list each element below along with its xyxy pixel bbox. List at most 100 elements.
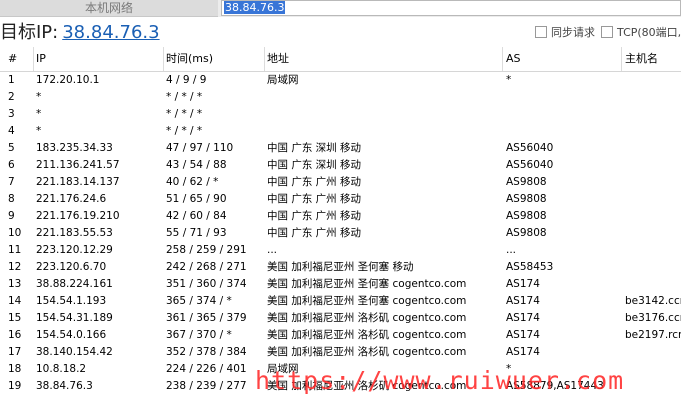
ip-input-value: 38.84.76.3 [224,1,286,14]
hop-ip: 10.8.18.2 [36,363,87,375]
hop-as: AS174 [506,346,540,358]
ip-input[interactable]: 38.84.76.3 [221,0,681,16]
table-row[interactable]: 10 221.183.55.53 55 / 71 / 93 中国 广东 广州 移动 AS… [0,225,681,242]
hop-address: 美国 加利福尼亚州 圣何塞 移动 [267,261,414,273]
hop-hostname: be2197.rcr2 [625,329,681,341]
column-header-index[interactable]: # [4,47,34,71]
hop-hostname [621,242,681,259]
hop-ip: 154.54.0.166 [36,329,107,341]
hop-number: 5 [8,142,15,154]
table-row[interactable]: 6 211.136.241.57 43 / 54 / 88 中国 广东 深圳 移动 AS… [0,157,681,174]
hop-time: 43 / 54 / 88 [166,159,227,171]
tab-local-network[interactable]: 本机网络 [0,0,218,17]
hop-ip: 154.54.31.189 [36,312,113,324]
hop-number: 16 [8,329,22,341]
column-header-time[interactable]: 时间(ms) [162,47,265,71]
hop-as: AS174 [506,278,540,290]
target-ip-label: 目标IP: [0,22,59,43]
table-row[interactable]: 11 223.120.12.29 258 / 259 / 291...... [0,242,681,259]
hop-as: AS9808 [506,176,547,188]
hop-time: 242 / 268 / 271 [166,261,247,273]
hop-hostname [621,276,681,293]
table-row[interactable]: 1 172.20.10.1 4 / 9 / 9 局域网 * [0,72,681,89]
hop-ip: * [36,125,42,137]
sync-request-option[interactable]: 同步请求 [535,24,595,40]
table-row[interactable]: 16 154.54.0.166 367 / 370 / * 美国 加利福尼亚州 洛杉矶… [0,327,681,344]
table-row[interactable]: 7 221.183.14.137 40 / 62 / * 中国 广东 广州 移动 AS9… [0,174,681,191]
hop-number: 17 [8,346,22,358]
hop-address: 局域网 [267,74,299,86]
column-header-hostname[interactable]: 主机名 [621,47,681,71]
hop-address [263,89,503,106]
hop-as: AS56040 [506,142,554,154]
hop-hostname [621,191,681,208]
hop-hostname [621,378,681,395]
sync-request-checkbox[interactable] [535,26,547,38]
hop-time: 51 / 65 / 90 [166,193,227,205]
hop-ip: 223.120.12.29 [36,244,113,256]
hop-time: 238 / 239 / 277 [166,380,247,392]
hop-ip: 172.20.10.1 [36,74,100,86]
top-toolbar: 本机网络 38.84.76.3 [0,0,681,17]
hop-number: 11 [8,244,22,256]
hop-hostname [621,72,681,89]
hop-address: ... [267,244,278,256]
hop-ip: 221.183.55.53 [36,227,113,239]
hop-time: * / * / * [166,108,203,120]
table-row[interactable]: 15 154.54.31.189 361 / 365 / 379 美国 加利福尼亚州 … [0,310,681,327]
hop-ip: * [36,91,42,103]
table-row[interactable]: 13 38.88.224.161 351 / 360 / 374 美国 加利福尼亚州 … [0,276,681,293]
table-row[interactable]: 17 38.140.154.42 352 / 378 / 384 美国 加利福尼亚州 … [0,344,681,361]
table-row[interactable]: 4 * * / * / * [0,123,681,140]
target-ip-link[interactable]: 38.84.76.3 [62,22,159,43]
hop-address: 美国 加利福尼亚州 洛杉矶 cogentco.com [267,346,467,358]
table-row[interactable]: 9 221.176.19.210 42 / 60 / 84 中国 广东 广州 移动 AS… [0,208,681,225]
hop-time: 4 / 9 / 9 [166,74,207,86]
hop-ip: 221.176.24.6 [36,193,107,205]
hop-time: 367 / 370 / * [166,329,232,341]
hop-number: 2 [8,91,15,103]
hop-address: 中国 广东 广州 移动 [267,193,362,205]
hop-number: 19 [8,380,22,392]
hop-address: 中国 广东 广州 移动 [267,227,362,239]
target-ip-line: 目标IP: 38.84.76.3 [0,20,160,46]
hop-address: 美国 加利福尼亚州 洛杉矶 cogentco.com [267,329,467,341]
hop-hostname [621,225,681,242]
hop-time: 55 / 71 / 93 [166,227,227,239]
hop-number: 9 [8,210,15,222]
hop-number: 1 [8,74,15,86]
hop-address: 中国 广东 深圳 移动 [267,142,362,154]
column-header-as[interactable]: AS [502,47,622,71]
hop-hostname [621,361,681,378]
hop-as: AS56040 [506,159,554,171]
options-bar: 同步请求 TCP(80端口, [535,24,681,42]
tcp-option[interactable]: TCP(80端口, [601,24,681,40]
column-header-ip[interactable]: IP [32,47,164,71]
hop-hostname [621,174,681,191]
hop-ip: 38.84.76.3 [36,380,93,392]
hop-as [502,89,622,106]
table-row[interactable]: 5 183.235.34.33 47 / 97 / 110 中国 广东 深圳 移动 AS… [0,140,681,157]
hop-address: 中国 广东 深圳 移动 [267,159,362,171]
hop-time: 40 / 62 / * [166,176,219,188]
hop-as: AS9808 [506,210,547,222]
table-row[interactable]: 3 * * / * / * [0,106,681,123]
table-row[interactable]: 12 223.120.6.70 242 / 268 / 271 美国 加利福尼亚州 圣… [0,259,681,276]
table-header: # IP 时间(ms) 地址 AS 主机名 [0,47,681,72]
hop-number: 12 [8,261,22,273]
hop-ip: 183.235.34.33 [36,142,113,154]
hop-address: 美国 加利福尼亚州 洛杉矶 cogentco.com [267,312,467,324]
hop-time: * / * / * [166,125,203,137]
hop-time: 352 / 378 / 384 [166,346,247,358]
table-body: 1 172.20.10.1 4 / 9 / 9 局域网 * 2 * * / * / * 3 * * … [0,72,681,395]
hop-ip: 38.88.224.161 [36,278,113,290]
table-row[interactable]: 14 154.54.1.193 365 / 374 / * 美国 加利福尼亚州 圣何塞… [0,293,681,310]
hop-hostname [621,106,681,123]
table-row[interactable]: 2 * * / * / * [0,89,681,106]
hop-time: 224 / 226 / 401 [166,363,247,375]
table-row[interactable]: 8 221.176.24.6 51 / 65 / 90 中国 广东 广州 移动 AS98… [0,191,681,208]
hop-ip: 221.183.14.137 [36,176,120,188]
hop-hostname [621,140,681,157]
column-header-address[interactable]: 地址 [263,47,503,71]
tcp-checkbox[interactable] [601,26,613,38]
